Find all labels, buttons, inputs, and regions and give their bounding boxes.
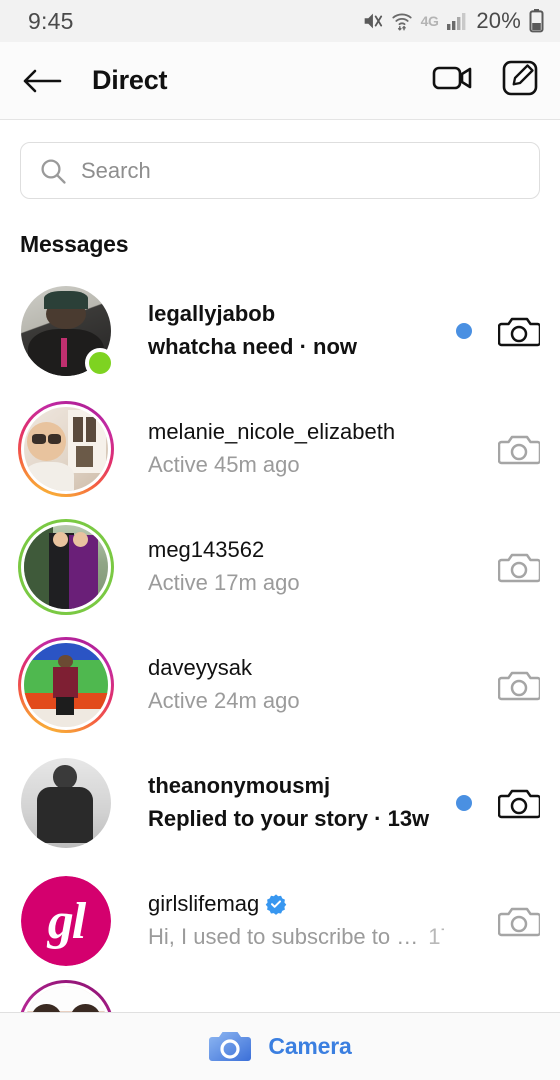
table-row[interactable]: daveyysak Active 24m ago (0, 626, 560, 744)
table-row[interactable]: gl girlslifemag Hi, I used to subscribe … (0, 862, 560, 980)
network-4g-icon: 4G (420, 13, 439, 29)
avatar-image (24, 643, 108, 727)
unread-dot-placeholder (456, 677, 472, 693)
table-row[interactable]: theanonymousmj Replied to your story · 1… (0, 744, 560, 862)
online-status-dot (85, 348, 115, 378)
table-row[interactable]: melanie_nicole_elizabeth Active 45m ago (0, 390, 560, 508)
message-preview: Active 17m ago (148, 569, 300, 595)
avatar-image: gl (21, 876, 111, 966)
avatar[interactable] (18, 401, 114, 497)
camera-icon[interactable] (498, 313, 540, 349)
thread-text: theanonymousmj Replied to your story · 1… (148, 771, 444, 834)
bottom-camera-bar[interactable]: Camera (0, 1012, 560, 1080)
avatar[interactable] (18, 637, 114, 733)
username: girlslifemag (148, 889, 444, 919)
unread-dot (456, 323, 472, 339)
row-actions (456, 431, 540, 467)
unread-dot-placeholder (456, 441, 472, 457)
camera-label: Camera (268, 1033, 352, 1059)
thread-text: legallyjabob whatcha need · now (148, 299, 444, 362)
camera-icon[interactable] (208, 1028, 252, 1066)
messages-heading: Messages (20, 231, 129, 257)
message-preview: Hi, I used to subscribe to …17w (148, 922, 444, 953)
status-time: 9:45 (28, 7, 74, 34)
unread-dot (456, 795, 472, 811)
brand-logo: gl (21, 876, 111, 966)
row-actions (456, 903, 540, 939)
camera-icon[interactable] (498, 667, 540, 703)
thread-text: daveyysak Active 24m ago (148, 653, 444, 716)
username: meg143562 (148, 537, 265, 563)
back-arrow-icon (23, 69, 62, 92)
camera-icon[interactable] (498, 785, 540, 821)
video-call-button[interactable] (432, 62, 474, 99)
timestamp: 17w (428, 923, 444, 949)
app-header: Direct (0, 42, 560, 120)
status-icons: 4G 20% (361, 8, 544, 34)
search-box[interactable] (20, 142, 540, 199)
compose-icon (502, 60, 538, 96)
row-actions (456, 549, 540, 585)
username: melanie_nicole_elizabeth (148, 419, 396, 445)
thread-text: melanie_nicole_elizabeth Active 45m ago (148, 417, 444, 480)
row-actions (456, 313, 540, 349)
status-bar: 9:45 4G 20% (0, 0, 560, 42)
verified-badge-icon (265, 894, 287, 916)
username: theanonymousmj (148, 773, 331, 799)
unread-dot-placeholder (456, 913, 472, 929)
back-button[interactable] (22, 66, 68, 96)
header-actions (432, 60, 538, 101)
message-preview: Active 45m ago (148, 451, 300, 477)
row-actions (456, 785, 540, 821)
search-input[interactable] (81, 157, 521, 184)
compose-button[interactable] (502, 60, 538, 101)
camera-icon[interactable] (498, 549, 540, 585)
search-icon (41, 158, 66, 184)
thread-text: girlslifemag Hi, I used to subscribe to … (148, 889, 444, 952)
camera-icon[interactable] (498, 431, 540, 467)
thread-text: meg143562 Active 17m ago (148, 535, 444, 598)
avatar[interactable] (18, 283, 115, 379)
video-camera-icon (432, 66, 472, 90)
avatar[interactable] (18, 519, 114, 615)
message-preview: whatcha need · now (148, 333, 358, 359)
message-preview: Replied to your story · 13w (148, 805, 430, 831)
message-preview: Active 24m ago (148, 687, 300, 713)
search-section (0, 120, 560, 199)
unread-dot-placeholder (456, 559, 472, 575)
wifi-icon (392, 13, 412, 31)
signal-bars-icon (447, 13, 466, 30)
avatar[interactable] (18, 755, 114, 851)
username: legallyjabob (148, 301, 276, 327)
page-title: Direct (92, 65, 168, 95)
avatar-image (21, 758, 111, 848)
avatar-image (24, 525, 108, 609)
table-row[interactable]: legallyjabob whatcha need · now (0, 272, 560, 390)
mute-icon (364, 13, 382, 29)
avatar-image (24, 407, 108, 491)
thread-list: legallyjabob whatcha need · now melanie_… (0, 272, 560, 1018)
battery-percent: 20% (476, 8, 521, 33)
camera-icon[interactable] (498, 903, 540, 939)
battery-icon (529, 9, 544, 33)
row-actions (456, 667, 540, 703)
avatar[interactable]: gl (18, 873, 114, 969)
table-row[interactable]: meg143562 Active 17m ago (0, 508, 560, 626)
username: daveyysak (148, 655, 252, 681)
